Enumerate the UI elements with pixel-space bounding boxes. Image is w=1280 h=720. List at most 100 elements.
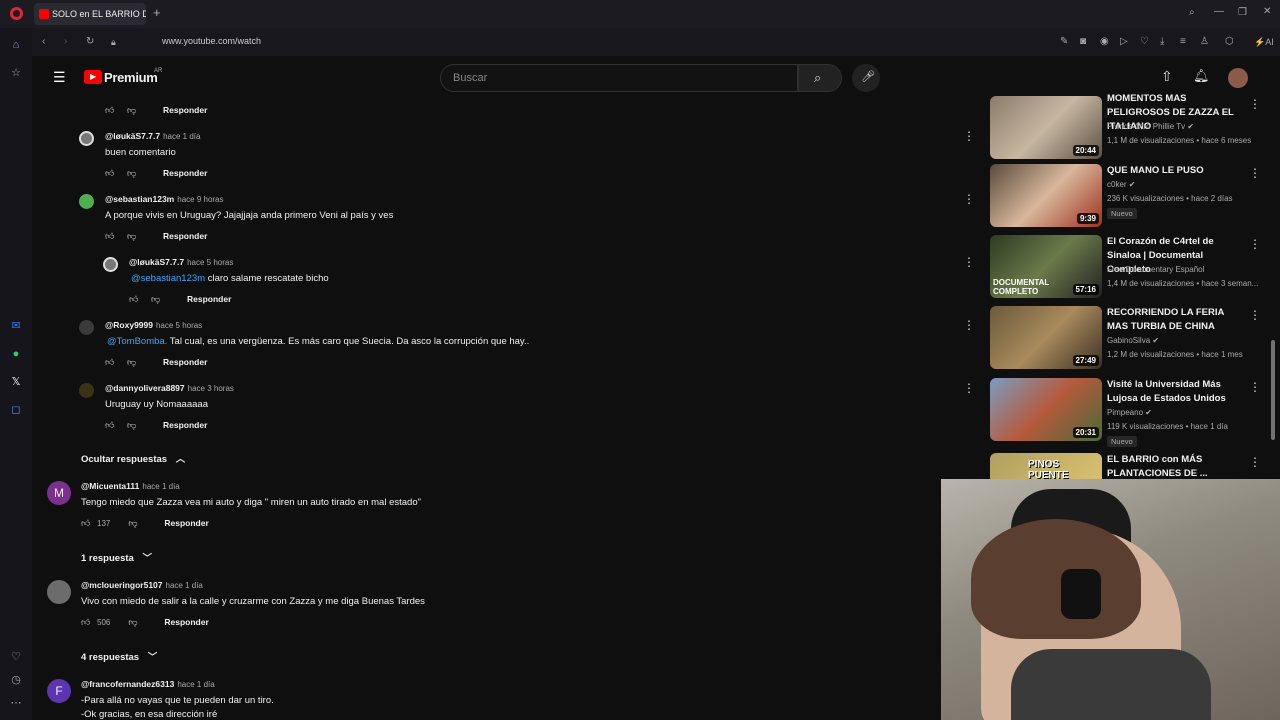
messenger-icon[interactable]: ✉ — [9, 319, 23, 333]
heart-icon[interactable]: ♡ — [9, 650, 23, 664]
reply-button[interactable]: Responder — [163, 105, 207, 115]
reply-button[interactable]: Responder — [163, 357, 207, 367]
upload-icon[interactable]: ⇧ — [1161, 68, 1173, 85]
username[interactable]: @løukäS7.7.7 — [129, 257, 184, 267]
hamburger-menu-icon[interactable]: ☰ — [53, 69, 66, 86]
maximize-icon[interactable]: ❐ — [1238, 7, 1247, 19]
channel-name[interactable]: Prende Otro Phillie Tv ✔ — [1107, 120, 1194, 134]
dislike-icon[interactable]: 👎︎ — [151, 294, 163, 305]
account-icon[interactable]: ♙ — [1200, 36, 1209, 48]
back-icon[interactable]: ‹ — [42, 36, 45, 48]
avatar[interactable] — [79, 383, 94, 398]
video-title[interactable]: EL BARRIO con MÁS PLANTACIONES DE ... — [1107, 453, 1245, 481]
play-icon[interactable]: ▷ — [1120, 36, 1128, 48]
forward-icon[interactable]: › — [64, 36, 67, 48]
comment-menu-icon[interactable]: ⋮ — [963, 129, 975, 143]
notifications-icon[interactable]: 🔔︎ — [1193, 68, 1210, 84]
username[interactable]: @løukäS7.7.7 — [105, 131, 160, 141]
reply-button[interactable]: Responder — [187, 294, 231, 304]
timestamp[interactable]: hace 1 día — [166, 581, 203, 590]
comment-menu-icon[interactable]: ⋮ — [963, 255, 975, 269]
home-icon[interactable]: ⌂ — [9, 38, 23, 52]
username[interactable]: @mcloueringor5107 — [81, 580, 163, 590]
like-icon[interactable]: 👍︎ — [105, 420, 117, 431]
new-tab-icon[interactable]: + — [153, 6, 161, 19]
search-input[interactable]: Buscar — [440, 64, 798, 92]
avatar[interactable] — [79, 194, 94, 209]
like-icon[interactable]: 👍︎ — [129, 294, 141, 305]
dislike-icon[interactable]: 👎︎ — [127, 231, 139, 242]
hide-replies-button[interactable]: Ocultar respuestas ︿ — [81, 451, 185, 465]
camera-icon[interactable]: ◙ — [1080, 36, 1086, 48]
video-menu-icon[interactable]: ⋮ — [1249, 308, 1261, 322]
vpn-icon[interactable]: ◉ — [1100, 36, 1109, 48]
comment-menu-icon[interactable]: ⋮ — [963, 192, 975, 206]
search-tabs-icon[interactable]: ⌕ — [1189, 7, 1195, 19]
avatar[interactable]: F — [47, 679, 71, 703]
timestamp[interactable]: hace 1 día — [177, 680, 214, 689]
opera-logo-icon[interactable] — [10, 7, 23, 20]
like-icon[interactable]: 👍︎ — [105, 231, 117, 242]
timestamp[interactable]: hace 1 día — [163, 132, 200, 141]
dislike-icon[interactable]: 👎︎ — [128, 518, 140, 529]
username[interactable]: @francofernandez6313 — [81, 679, 174, 689]
comment-menu-icon[interactable]: ⋮ — [963, 381, 975, 395]
reply-button[interactable]: Responder — [164, 518, 208, 528]
comment-menu-icon[interactable]: ⋮ — [963, 318, 975, 332]
instagram-icon[interactable]: ◻ — [9, 403, 23, 417]
channel-name[interactable]: Pimpeano ✔ — [1107, 406, 1152, 420]
close-icon[interactable]: ✕ — [1263, 6, 1271, 18]
reply-button[interactable]: Responder — [163, 168, 207, 178]
dislike-icon[interactable]: 👎︎ — [128, 617, 140, 628]
video-menu-icon[interactable]: ⋮ — [1249, 237, 1261, 251]
timestamp[interactable]: hace 5 horas — [156, 321, 202, 330]
avatar[interactable] — [79, 320, 94, 335]
username[interactable]: @Roxy9999 — [105, 320, 153, 330]
minimize-icon[interactable]: — — [1214, 6, 1224, 18]
ai-icon[interactable]: ⚡AI — [1254, 36, 1274, 48]
dislike-icon[interactable]: 👎︎ — [127, 357, 139, 368]
channel-name[interactable]: Free Documentary Español — [1107, 263, 1204, 277]
avatar[interactable]: M — [47, 481, 71, 505]
mention-link[interactable]: @sebastian123m — [131, 273, 205, 284]
avatar[interactable] — [79, 131, 94, 146]
show-replies-button[interactable]: 1 respuesta ﹀ — [81, 550, 152, 564]
reload-icon[interactable]: ↻ — [86, 36, 94, 48]
dislike-icon[interactable]: 👎︎ — [127, 168, 139, 179]
history-icon[interactable]: ◷ — [9, 673, 23, 687]
like-icon[interactable]: 👍︎ — [105, 105, 117, 116]
video-menu-icon[interactable]: ⋮ — [1249, 380, 1261, 394]
video-thumbnail[interactable]: 20:31 — [990, 378, 1102, 441]
video-title[interactable]: Visité la Universidad Más Lujosa de Esta… — [1107, 378, 1245, 406]
like-icon[interactable]: 👍︎ — [81, 617, 93, 628]
like-icon[interactable]: 👍︎ — [105, 357, 117, 368]
extension-icon[interactable]: ⬡ — [1225, 36, 1234, 48]
channel-name[interactable]: GabinoSilva ✔ — [1107, 334, 1159, 348]
timestamp[interactable]: hace 3 horas — [188, 384, 234, 393]
star-icon[interactable]: ☆ — [9, 66, 23, 80]
mention-link[interactable]: @TomBomba. — [107, 336, 167, 347]
like-icon[interactable]: 👍︎ — [105, 168, 117, 179]
download-icon[interactable]: ⤓ — [1160, 36, 1164, 48]
youtube-logo-icon[interactable]: ▶ — [84, 70, 102, 84]
avatar[interactable] — [103, 257, 118, 272]
timestamp[interactable]: hace 9 horas — [177, 195, 223, 204]
avatar[interactable] — [1228, 68, 1248, 88]
logo-text[interactable]: Premium — [104, 70, 158, 85]
reply-button[interactable]: Responder — [163, 231, 207, 241]
timestamp[interactable]: hace 1 día — [142, 482, 179, 491]
video-title[interactable]: QUE MANO LE PUSO — [1107, 164, 1245, 178]
x-icon[interactable]: 𝕏 — [9, 375, 23, 389]
video-thumbnail[interactable]: DOCUMENTAL COMPLETO 57:16 — [990, 235, 1102, 298]
browser-tab[interactable]: SOLO en EL BARRIO DE L... — [34, 3, 146, 25]
video-thumbnail[interactable]: PINOS PUENTE — [990, 453, 1102, 479]
video-menu-icon[interactable]: ⋮ — [1249, 166, 1261, 180]
like-icon[interactable]: 👍︎ — [81, 518, 93, 529]
avatar[interactable] — [47, 580, 71, 604]
menu-icon[interactable]: ≡ — [1180, 36, 1186, 48]
video-thumbnail[interactable]: 27:49 — [990, 306, 1102, 369]
search-button[interactable]: ⌕ — [798, 64, 842, 92]
reply-button[interactable]: Responder — [164, 617, 208, 627]
dislike-icon[interactable]: 👎︎ — [127, 420, 139, 431]
video-thumbnail[interactable]: 20:44 — [990, 96, 1102, 159]
